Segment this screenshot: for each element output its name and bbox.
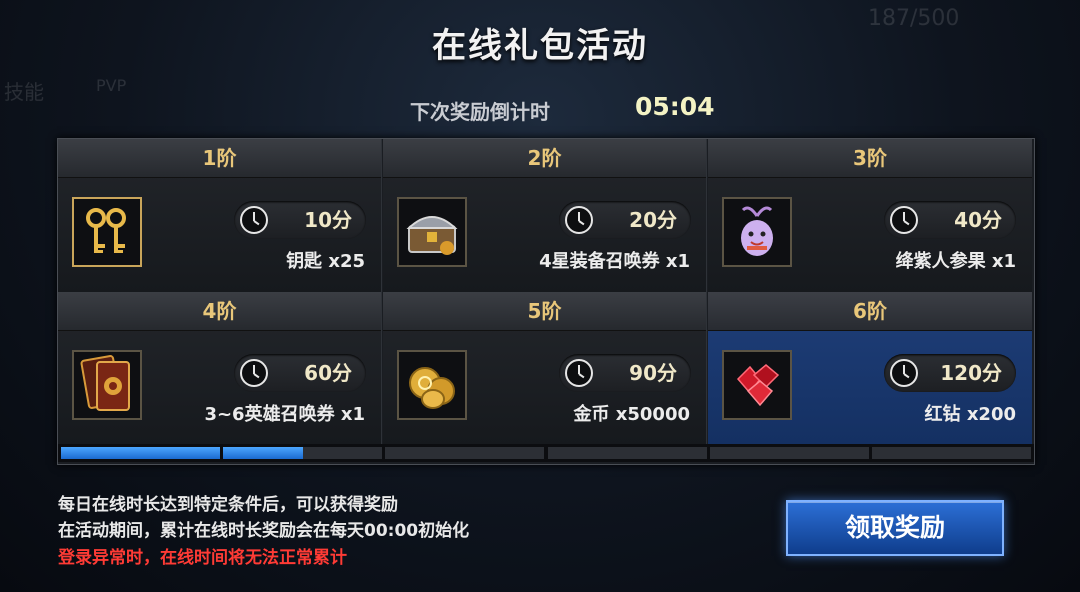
tier-item-name: 红钻 x200 bbox=[924, 404, 1016, 425]
tier-stage-label: 6阶 bbox=[708, 292, 1032, 331]
progress-segment bbox=[871, 447, 1031, 459]
tier-timer: 20分 bbox=[559, 201, 691, 239]
tier-item-name: 钥匙 x25 bbox=[286, 251, 365, 272]
tier-cell-1[interactable]: 1阶 10分 钥匙 x25 bbox=[58, 139, 382, 292]
clock-icon bbox=[890, 206, 918, 234]
tier-time: 120分 bbox=[940, 361, 1002, 385]
tier-item-name: 4星装备召唤券 x1 bbox=[539, 251, 690, 272]
tier-cell-6[interactable]: 6阶 120分 红钻 x200 bbox=[708, 292, 1032, 445]
reward-countdown: 下次奖励倒计时 05:04 bbox=[0, 92, 1080, 126]
tier-item-name: 金币 x50000 bbox=[573, 404, 691, 425]
tier-timer: 90分 bbox=[559, 354, 691, 392]
progress-segment bbox=[547, 447, 707, 459]
progress-segment-fill bbox=[61, 447, 221, 459]
tier-stage-label: 1阶 bbox=[58, 139, 381, 178]
tier-timer: 10分 bbox=[234, 201, 366, 239]
tier-cell-4[interactable]: 4阶 60分 3~6英雄召唤券 x1 bbox=[58, 292, 382, 445]
tier-cell-2[interactable]: 2阶 20分 4星装备召唤券 x1 bbox=[383, 139, 707, 292]
page-title: 在线礼包活动 bbox=[432, 26, 648, 66]
tier-timer: 120分 bbox=[884, 354, 1016, 392]
tier-time: 20分 bbox=[629, 208, 677, 232]
treasure-chest-icon bbox=[397, 197, 467, 267]
background-pvp-tab: PVP bbox=[96, 76, 127, 95]
hero-card-icon bbox=[72, 350, 142, 420]
tier-time: 10分 bbox=[304, 208, 352, 232]
claim-reward-button[interactable]: 领取奖励 bbox=[786, 500, 1004, 556]
gold-coins-icon bbox=[397, 350, 467, 420]
progress-segment bbox=[385, 447, 545, 459]
reward-grid: 1阶 10分 钥匙 x25 2阶 20分 4星装备召唤券 x1 3阶 40分 绛… bbox=[57, 138, 1035, 465]
tier-time: 40分 bbox=[954, 208, 1002, 232]
tier-stage-label: 4阶 bbox=[58, 292, 381, 331]
tier-stage-label: 5阶 bbox=[383, 292, 706, 331]
tier-cell-3[interactable]: 3阶 40分 绛紫人参果 x1 bbox=[708, 139, 1032, 292]
tier-cell-5[interactable]: 5阶 90分 金币 x50000 bbox=[383, 292, 707, 445]
progress-segment-fill bbox=[223, 447, 303, 459]
ginseng-fruit-icon bbox=[722, 197, 792, 267]
tier-item-name: 3~6英雄召唤券 x1 bbox=[204, 404, 365, 425]
tier-time: 60分 bbox=[304, 361, 352, 385]
countdown-value: 05:04 bbox=[635, 92, 715, 121]
red-diamond-icon bbox=[722, 350, 792, 420]
tier-timer: 40分 bbox=[884, 201, 1016, 239]
progress-segment bbox=[61, 447, 221, 459]
progress-segment bbox=[223, 447, 383, 459]
progress-segment bbox=[709, 447, 869, 459]
warning-line: 登录异常时，在线时间将无法正常累计 bbox=[58, 548, 347, 568]
info-line-1: 每日在线时长达到特定条件后，可以获得奖励 bbox=[58, 495, 398, 515]
key-icon bbox=[72, 197, 142, 267]
clock-icon bbox=[240, 206, 268, 234]
clock-icon bbox=[240, 359, 268, 387]
info-line-2: 在活动期间，累计在线时长奖励会在每天00:00初始化 bbox=[58, 521, 470, 541]
clock-icon bbox=[565, 206, 593, 234]
clock-icon bbox=[565, 359, 593, 387]
tier-stage-label: 3阶 bbox=[708, 139, 1032, 178]
tier-item-name: 绛紫人参果 x1 bbox=[895, 251, 1016, 272]
clock-icon bbox=[890, 359, 918, 387]
online-time-progress-bar bbox=[58, 444, 1034, 462]
tier-timer: 60分 bbox=[234, 354, 366, 392]
countdown-label: 下次奖励倒计时 bbox=[410, 100, 550, 124]
tier-time: 90分 bbox=[629, 361, 677, 385]
tier-stage-label: 2阶 bbox=[383, 139, 706, 178]
